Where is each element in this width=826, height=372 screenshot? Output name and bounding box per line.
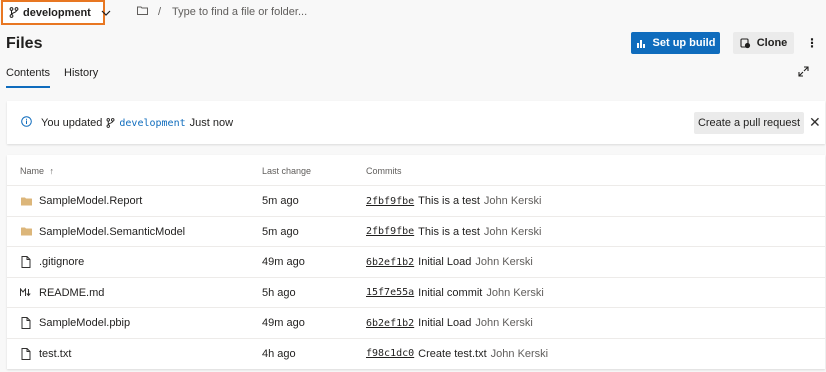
last-change: 4h ago	[262, 347, 296, 360]
file-name-cell[interactable]: SampleModel.Report	[20, 195, 142, 207]
top-bar: development / Type to find a file or fol…	[0, 0, 826, 26]
close-icon[interactable]: ✕	[809, 115, 821, 129]
commit-author: John Kerski	[475, 317, 533, 329]
commit-message: This is a test	[418, 225, 480, 238]
commit-hash-link[interactable]: 2fbf9fbe	[366, 226, 414, 237]
file-name-cell[interactable]: SampleModel.SemanticModel	[20, 226, 185, 238]
file-name-cell[interactable]: .gitignore	[20, 256, 84, 268]
table-row[interactable]: SampleModel.SemanticModel 5m ago 2fbf9fbe T…	[7, 215, 825, 247]
commit-cell: 6b2ef1b2 Initial Load John Kerski	[366, 317, 533, 329]
table-row[interactable]: SampleModel.pbip 49m ago 6b2ef1b2 Initial L…	[7, 307, 825, 338]
file-name-cell[interactable]: SampleModel.pbip	[20, 317, 130, 329]
table-row[interactable]: .gitignore 49m ago 6b2ef1b2 Initial Load Joh…	[7, 246, 825, 277]
commit-hash-link[interactable]: 2fbf9fbe	[366, 196, 414, 207]
path-separator: /	[158, 6, 162, 18]
commit-hash-link[interactable]: f98c1dc0	[366, 348, 414, 359]
branch-icon	[106, 118, 115, 128]
commit-cell: 15f7e55a Initial commit John Kerski	[366, 287, 544, 299]
column-header-name[interactable]: Name ↑	[20, 166, 54, 176]
notice-prefix: You updated	[41, 117, 103, 129]
branch-name: development	[23, 6, 91, 19]
commit-message: Initial commit	[418, 286, 483, 299]
last-change: 5m ago	[262, 195, 299, 207]
notice-time: Just now	[189, 117, 234, 129]
page-title: Files	[6, 35, 43, 52]
clone-label: Clone	[756, 37, 788, 49]
chevron-down-icon	[101, 10, 111, 16]
commit-cell: f98c1dc0 Create test.txt John Kerski	[366, 348, 548, 360]
last-change: 49m ago	[262, 256, 305, 268]
commit-cell: 2fbf9fbe This is a test John Kerski	[366, 226, 541, 238]
setup-build-button[interactable]: Set up build	[631, 32, 720, 54]
tab-history[interactable]: History	[64, 67, 98, 88]
table-row[interactable]: test.txt 4h ago f98c1dc0 Create test.txt Joh…	[7, 337, 825, 369]
table-row[interactable]: README.md 5h ago 15f7e55a Initial commit Joh…	[7, 276, 825, 308]
commit-cell: 6b2ef1b2 Initial Load John Kerski	[366, 256, 533, 268]
files-table: Name ↑ Last change Commits SampleModel.R…	[7, 155, 825, 369]
rocket-icon	[636, 38, 647, 49]
column-header-commits: Commits	[366, 166, 402, 176]
commit-author: John Kerski	[490, 347, 549, 360]
setup-build-label: Set up build	[652, 37, 716, 49]
update-notice: You updated development Just now Create …	[7, 101, 825, 144]
last-change: 5m ago	[262, 225, 299, 238]
file-name[interactable]: SampleModel.pbip	[39, 317, 130, 329]
file-name[interactable]: .gitignore	[39, 256, 84, 268]
expand-icon[interactable]	[798, 66, 809, 77]
file-icon	[20, 256, 32, 268]
branch-icon	[9, 7, 19, 18]
commit-author: John Kerski	[486, 286, 544, 299]
commit-message: Initial Load	[418, 317, 472, 329]
file-icon	[20, 317, 32, 329]
create-pull-request-button[interactable]: Create a pull request	[694, 112, 804, 134]
file-name-cell[interactable]: test.txt	[20, 347, 71, 360]
sort-ascending-icon: ↑	[49, 166, 55, 176]
commit-hash-link[interactable]: 6b2ef1b2	[366, 257, 414, 268]
last-change: 49m ago	[262, 317, 305, 329]
commit-cell: 2fbf9fbe This is a test John Kerski	[366, 195, 541, 207]
tab-bar: Contents History	[6, 67, 98, 88]
more-options-icon[interactable]: ⋮	[805, 34, 819, 52]
folder-icon	[20, 197, 32, 206]
notice-branch-link[interactable]: development	[119, 118, 185, 129]
file-name-cell[interactable]: README.md	[20, 287, 104, 299]
commit-message: This is a test	[418, 195, 480, 207]
commit-message: Initial Load	[418, 256, 472, 268]
file-name[interactable]: SampleModel.SemanticModel	[39, 226, 185, 238]
file-name[interactable]: test.txt	[39, 348, 71, 360]
clone-button[interactable]: Clone	[733, 32, 794, 54]
table-row[interactable]: SampleModel.Report 5m ago 2fbf9fbe This is …	[7, 185, 825, 216]
branch-selector[interactable]: development	[1, 0, 111, 25]
file-name[interactable]: SampleModel.Report	[39, 195, 142, 207]
markdown-icon	[20, 288, 32, 297]
tab-contents[interactable]: Contents	[6, 67, 51, 88]
file-icon	[20, 347, 32, 360]
file-name[interactable]: README.md	[39, 287, 104, 299]
clone-icon	[740, 37, 751, 49]
last-change: 5h ago	[262, 286, 296, 299]
commit-author: John Kerski	[475, 256, 533, 268]
column-header-last-change: Last change	[262, 166, 312, 176]
commit-hash-link[interactable]: 6b2ef1b2	[366, 318, 414, 329]
notice-text: You updated development Just now	[41, 117, 233, 129]
commit-author: John Kerski	[483, 195, 542, 207]
commit-message: Create test.txt	[418, 347, 487, 360]
folder-icon[interactable]	[137, 6, 148, 15]
folder-icon	[20, 227, 32, 236]
commit-hash-link[interactable]: 15f7e55a	[366, 287, 414, 298]
info-icon	[21, 116, 32, 127]
file-search-input[interactable]: Type to find a file or folder...	[172, 6, 307, 18]
commit-author: John Kerski	[483, 225, 542, 238]
